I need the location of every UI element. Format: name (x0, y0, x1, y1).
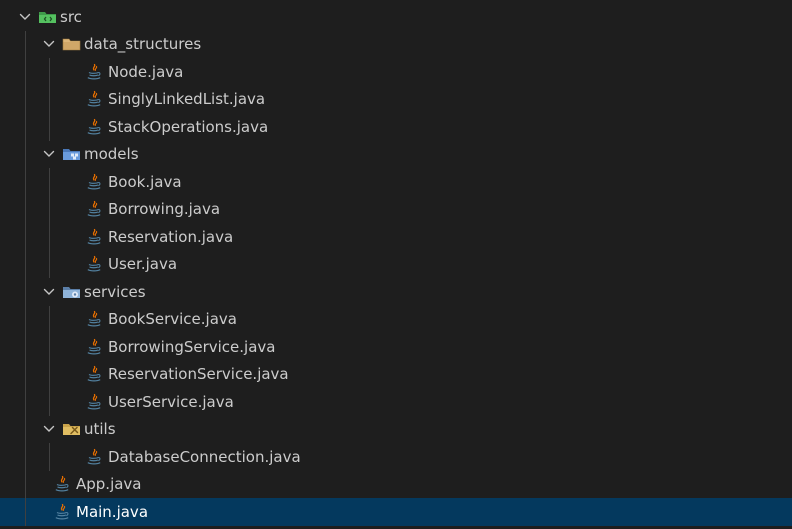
models-folder-icon (62, 144, 82, 164)
tree-file-singlylinkedlist-java[interactable]: SinglyLinkedList.java (0, 85, 792, 113)
java-file-icon (84, 364, 104, 384)
tree-item-label: Borrowing.java (108, 200, 221, 219)
indent-guide (25, 443, 26, 471)
tree-folder-models[interactable]: models (0, 140, 792, 168)
chevron-down-icon[interactable] (42, 422, 56, 436)
indent-guide (49, 195, 50, 223)
tree-file-bookservice-java[interactable]: BookService.java (0, 305, 792, 333)
indent-guide (25, 140, 26, 168)
java-file-icon (52, 502, 72, 522)
indent-guide (25, 85, 26, 113)
tree-item-label: BookService.java (108, 310, 237, 329)
tree-folder-utils[interactable]: utils (0, 415, 792, 443)
indent-guide (49, 223, 50, 251)
tree-folder-services[interactable]: services (0, 278, 792, 306)
java-file-icon (84, 62, 104, 82)
java-file-icon (84, 309, 104, 329)
services-folder-icon (62, 282, 82, 302)
java-file-icon (84, 337, 104, 357)
src-folder-icon (38, 7, 58, 27)
tree-file-main-java[interactable]: Main.java (0, 498, 792, 526)
indent-guide (49, 113, 50, 141)
indent-guide (49, 168, 50, 196)
tree-item-label: models (84, 145, 139, 164)
tree-item-label: UserService.java (108, 392, 234, 411)
tree-file-book-java[interactable]: Book.java (0, 168, 792, 196)
tree-folder-data-structures[interactable]: data_structures (0, 30, 792, 58)
indent-guide (49, 388, 50, 416)
tree-item-label: Reservation.java (108, 227, 234, 246)
file-explorer-tree: src data_structures Node.java SinglyLinkedL… (0, 3, 792, 526)
indent-guide (25, 333, 26, 361)
tree-item-label: SinglyLinkedList.java (108, 90, 266, 109)
java-file-icon (84, 392, 104, 412)
indent-guide (25, 113, 26, 141)
folder-icon (62, 34, 82, 54)
java-file-icon (84, 89, 104, 109)
java-file-icon (84, 117, 104, 137)
java-file-icon (84, 199, 104, 219)
tree-file-user-java[interactable]: User.java (0, 250, 792, 278)
indent-guide (49, 305, 50, 333)
tree-item-label: Main.java (76, 502, 149, 521)
indent-guide (49, 333, 50, 361)
java-file-icon (84, 447, 104, 467)
tree-folder-src[interactable]: src (0, 3, 792, 31)
indent-guide (25, 58, 26, 86)
indent-guide (25, 388, 26, 416)
indent-guide (49, 443, 50, 471)
indent-guide (25, 415, 26, 443)
tree-file-reservation-java[interactable]: Reservation.java (0, 223, 792, 251)
indent-guide (25, 223, 26, 251)
indent-guide (25, 250, 26, 278)
tree-file-borrowing-java[interactable]: Borrowing.java (0, 195, 792, 223)
indent-guide (25, 278, 26, 306)
utils-folder-icon (62, 419, 82, 439)
tree-item-label: Book.java (108, 172, 182, 191)
tree-file-stackoperations-java[interactable]: StackOperations.java (0, 113, 792, 141)
indent-guide (25, 305, 26, 333)
tree-item-label: DatabaseConnection.java (108, 447, 301, 466)
java-file-icon (84, 227, 104, 247)
indent-guide (49, 58, 50, 86)
indent-guide (25, 168, 26, 196)
tree-item-label: App.java (76, 475, 142, 494)
indent-guide (25, 470, 26, 498)
java-file-icon (84, 254, 104, 274)
tree-item-label: StackOperations.java (108, 117, 269, 136)
indent-guide (25, 30, 26, 58)
tree-file-databaseconnection-java[interactable]: DatabaseConnection.java (0, 443, 792, 471)
tree-item-label: src (60, 7, 82, 26)
tree-item-label: ReservationService.java (108, 365, 289, 384)
chevron-down-icon[interactable] (42, 147, 56, 161)
chevron-down-icon[interactable] (18, 10, 32, 24)
chevron-down-icon[interactable] (42, 285, 56, 299)
tree-file-node-java[interactable]: Node.java (0, 58, 792, 86)
tree-file-userservice-java[interactable]: UserService.java (0, 388, 792, 416)
indent-guide (25, 498, 26, 526)
tree-item-label: BorrowingService.java (108, 337, 276, 356)
indent-guide (25, 360, 26, 388)
tree-item-label: data_structures (84, 35, 202, 54)
indent-guide (49, 250, 50, 278)
tree-item-label: Node.java (108, 62, 184, 81)
chevron-down-icon[interactable] (42, 37, 56, 51)
tree-file-reservationservice-java[interactable]: ReservationService.java (0, 360, 792, 388)
java-file-icon (52, 474, 72, 494)
tree-item-label: utils (84, 420, 116, 439)
tree-file-app-java[interactable]: App.java (0, 470, 792, 498)
tree-file-borrowingservice-java[interactable]: BorrowingService.java (0, 333, 792, 361)
java-file-icon (84, 172, 104, 192)
tree-item-label: User.java (108, 255, 178, 274)
tree-item-label: services (84, 282, 146, 301)
indent-guide (25, 195, 26, 223)
indent-guide (49, 85, 50, 113)
indent-guide (49, 360, 50, 388)
